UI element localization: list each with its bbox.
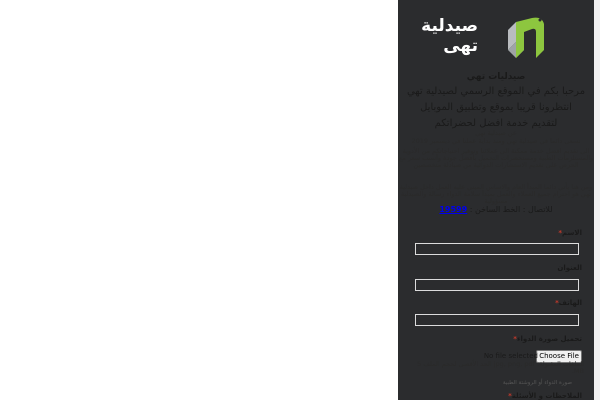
logo-text-line1: صيدلية (421, 16, 478, 36)
phone-label: الهاتف* (553, 299, 582, 307)
prescription-label: تحميل صورة الدواء* (511, 335, 582, 343)
brand-title: صيدليات تهي (466, 72, 526, 82)
name-label: الاسم* (556, 229, 582, 237)
about-title: عن صيدلية تهي (475, 129, 517, 137)
prescription-label-text: تحميل صورة الدواء (516, 335, 582, 343)
upload-subhint: صورة الدواء أو الروشتة الطبية (502, 380, 572, 386)
about-date: نسعى دائما في صيدلية تهي ومنذ بداية عملن… (411, 137, 581, 145)
no-file-selected-text: No file selected (483, 352, 538, 360)
pharmacy-logo: صيدلية تهى (421, 10, 550, 66)
name-field[interactable] (415, 243, 579, 255)
phone-field[interactable] (415, 314, 579, 326)
logo-text-line2: تهى (443, 36, 478, 56)
hotline-label: للاتصال : الخط الساخن : (469, 205, 553, 214)
about-tail: ومن هنا يأتي دائما المبدأ العام والاساس … (399, 183, 593, 205)
name-label-text: الاسم (562, 229, 582, 237)
welcome-line-2: انتظرونا قريبا بموقع وتطبيق الموبايل (420, 102, 572, 113)
page-scrollbar[interactable] (594, 0, 600, 400)
welcome-line-1: مرحبا بكم في الموقع الرسمي لصيدلية تهي (406, 86, 586, 97)
logo-text: صيدلية تهى (421, 16, 478, 56)
address-label: العنوان (557, 264, 582, 272)
address-field[interactable] (415, 279, 579, 291)
about-body: الى تقديم افضل خدمة ممكنة الى عملائنا وت… (398, 147, 594, 169)
notes-label: الملاحظات و الأسئلة* (506, 392, 582, 400)
allowed-files-hint: الملفات المقبولة: jpg, png, pdf الحد الأ… (417, 360, 584, 375)
phone-label-text: الهاتف (558, 299, 582, 307)
hotline: للاتصال : الخط الساخن : 19599 (398, 205, 594, 214)
notes-label-text: الملاحظات و الأسئلة (511, 392, 582, 400)
about-tail-text: ومن هنا يأتي دائما المبدأ العام والاساس … (398, 184, 594, 205)
hotline-number-link[interactable]: 19599 (439, 205, 467, 214)
welcome-message: مرحبا بكم في الموقع الرسمي لصيدلية تهي ا… (398, 84, 594, 132)
